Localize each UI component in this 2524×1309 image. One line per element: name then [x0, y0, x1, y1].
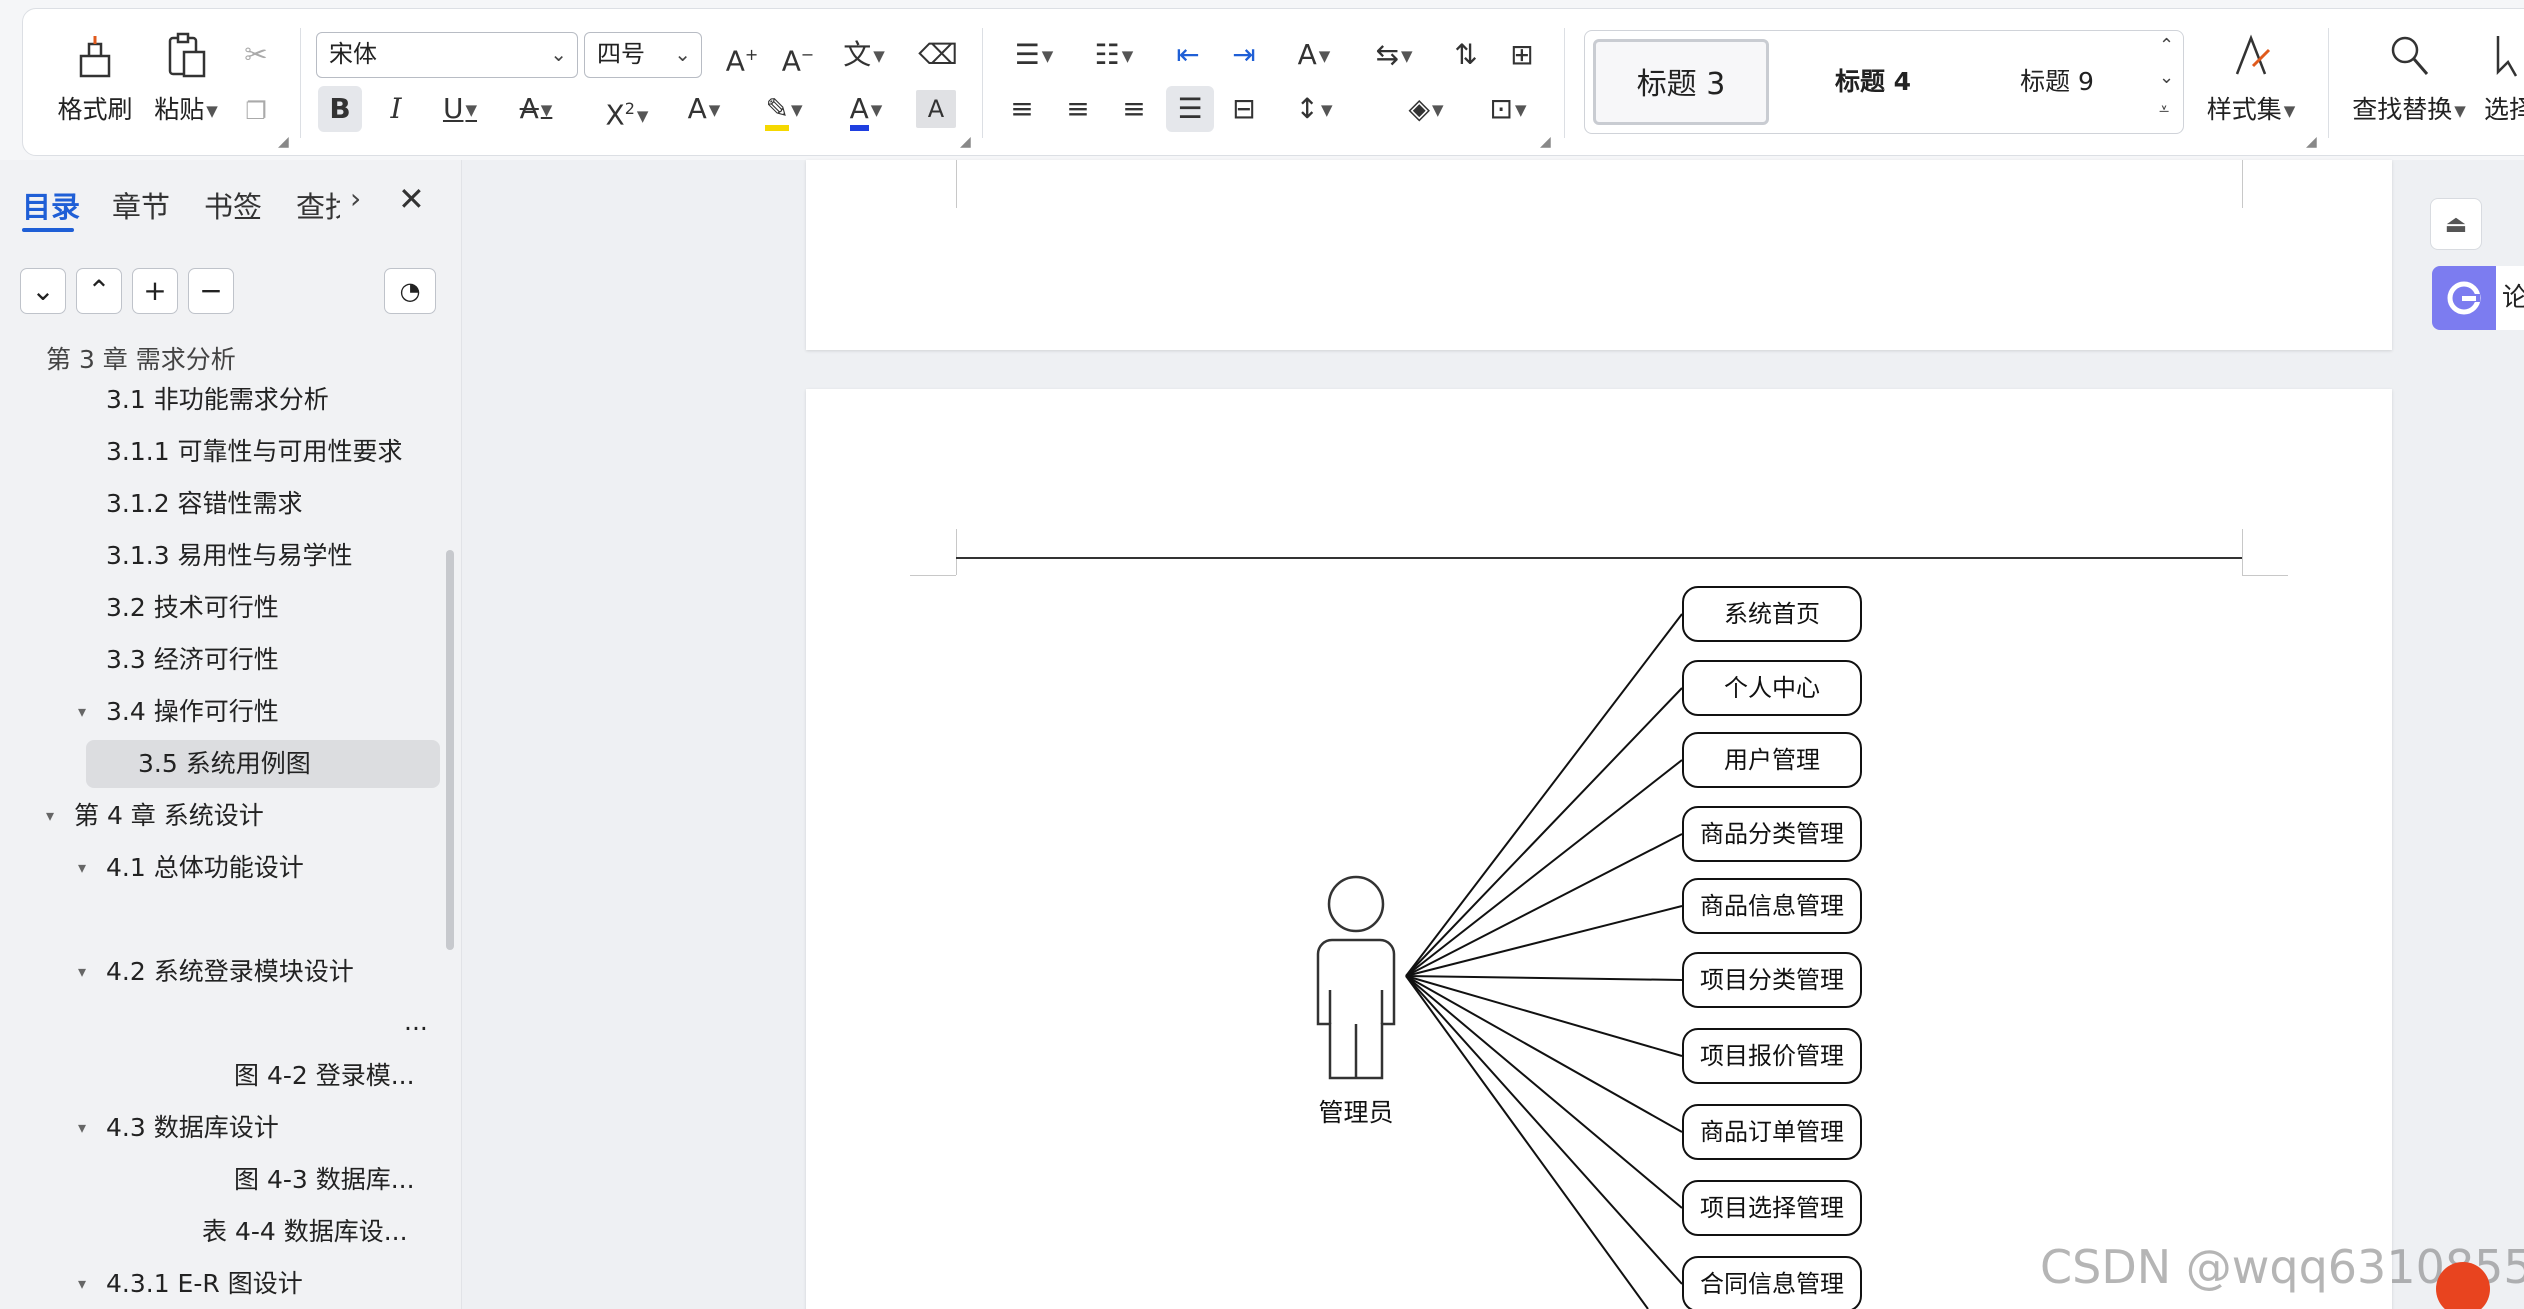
side-panel-tab[interactable]: 论 [2496, 266, 2524, 330]
use-case: 商品信息管理 [1682, 878, 1862, 934]
use-case: 用户管理 [1682, 732, 1862, 788]
assistant-icon [2447, 281, 2481, 315]
use-case: 合同信息管理 [1682, 1256, 1862, 1309]
association-lines [1405, 613, 1683, 1309]
use-case: 商品订单管理 [1682, 1104, 1862, 1160]
use-case: 系统首页 [1682, 586, 1862, 642]
paper-assistant-button[interactable] [2432, 266, 2496, 330]
use-case-diagram [1316, 613, 1683, 1309]
actor-figure [1316, 875, 1396, 1080]
eject-icon: ⏏ [2444, 210, 2468, 238]
use-case: 项目选择管理 [1682, 1180, 1862, 1236]
ime-logo-icon[interactable] [2436, 1262, 2490, 1309]
actor-label: 管理员 [1318, 1098, 1394, 1127]
use-case: 个人中心 [1682, 660, 1862, 716]
use-case: 项目分类管理 [1682, 952, 1862, 1008]
use-case: 项目报价管理 [1682, 1028, 1862, 1084]
collapse-ribbon-button[interactable]: ⏏ [2430, 198, 2482, 250]
use-case: 商品分类管理 [1682, 806, 1862, 862]
